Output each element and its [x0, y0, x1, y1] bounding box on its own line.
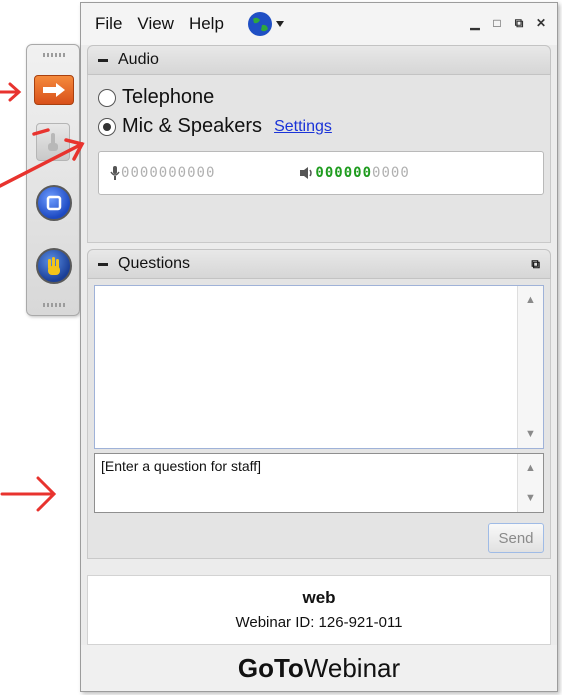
annotation-arrow-middle: [0, 128, 85, 188]
goto-webinar-control-panel-screenshot: File View Help ▁ □ ⧉ ✕ Audio Telephone M…: [0, 0, 562, 695]
annotation-arrow-top: [0, 82, 22, 102]
annotation-arrows: [0, 82, 85, 512]
annotation-arrow-bottom: [0, 476, 57, 512]
